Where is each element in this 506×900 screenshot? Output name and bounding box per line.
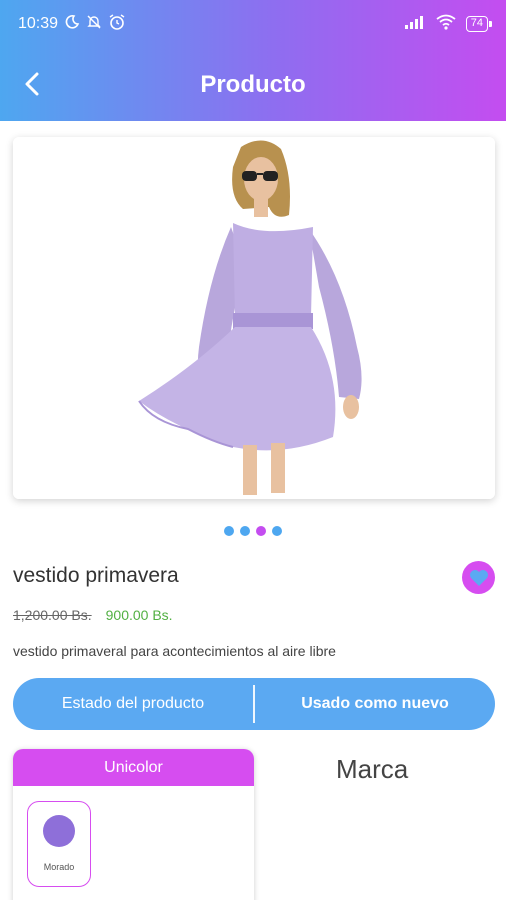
status-bar: 10:39 74: [0, 0, 506, 48]
carousel-dot-active[interactable]: [256, 526, 266, 536]
product-name: vestido primavera: [13, 564, 179, 587]
wifi-icon: [436, 14, 456, 35]
battery-indicator: 74: [465, 16, 493, 32]
status-right: 74: [404, 14, 493, 35]
signal-icon: [404, 15, 426, 34]
product-image: [13, 137, 495, 499]
status-left: 10:39: [18, 13, 126, 36]
state-divider: [253, 685, 255, 723]
moon-icon: [64, 14, 80, 35]
page-title: Producto: [200, 70, 306, 98]
app-bar: Producto: [0, 48, 506, 121]
product-state-pill: Estado del producto Usado como nuevo: [13, 678, 495, 730]
heart-icon: [469, 569, 488, 586]
state-value: Usado como nuevo: [301, 695, 449, 712]
carousel-indicator: [0, 526, 506, 536]
product-image-card[interactable]: [13, 137, 495, 499]
carousel-dot[interactable]: [240, 526, 250, 536]
color-swatch: [43, 815, 75, 847]
carousel-dot[interactable]: [272, 526, 282, 536]
carousel-dot[interactable]: [224, 526, 234, 536]
alarm-icon: [108, 13, 126, 36]
clock-time: 10:39: [18, 15, 59, 32]
old-price: 1,200.00 Bs.: [13, 607, 92, 623]
color-option-label: Morado: [43, 862, 75, 872]
color-panel-header: Unicolor: [13, 749, 254, 786]
brand-title: Marca: [336, 754, 409, 784]
state-label: Estado del producto: [61, 695, 205, 712]
price-row: 1,200.00 Bs. 900.00 Bs.: [13, 607, 173, 623]
favorite-button[interactable]: [462, 561, 495, 594]
color-panel: Unicolor Morado: [13, 749, 254, 900]
chevron-left-icon: [25, 72, 39, 96]
color-option[interactable]: Morado: [27, 801, 91, 887]
product-description: vestido primaveral para acontecimientos …: [13, 643, 336, 659]
bell-off-icon: [86, 14, 102, 35]
current-price: 900.00 Bs.: [105, 607, 173, 623]
back-button[interactable]: [14, 66, 50, 102]
